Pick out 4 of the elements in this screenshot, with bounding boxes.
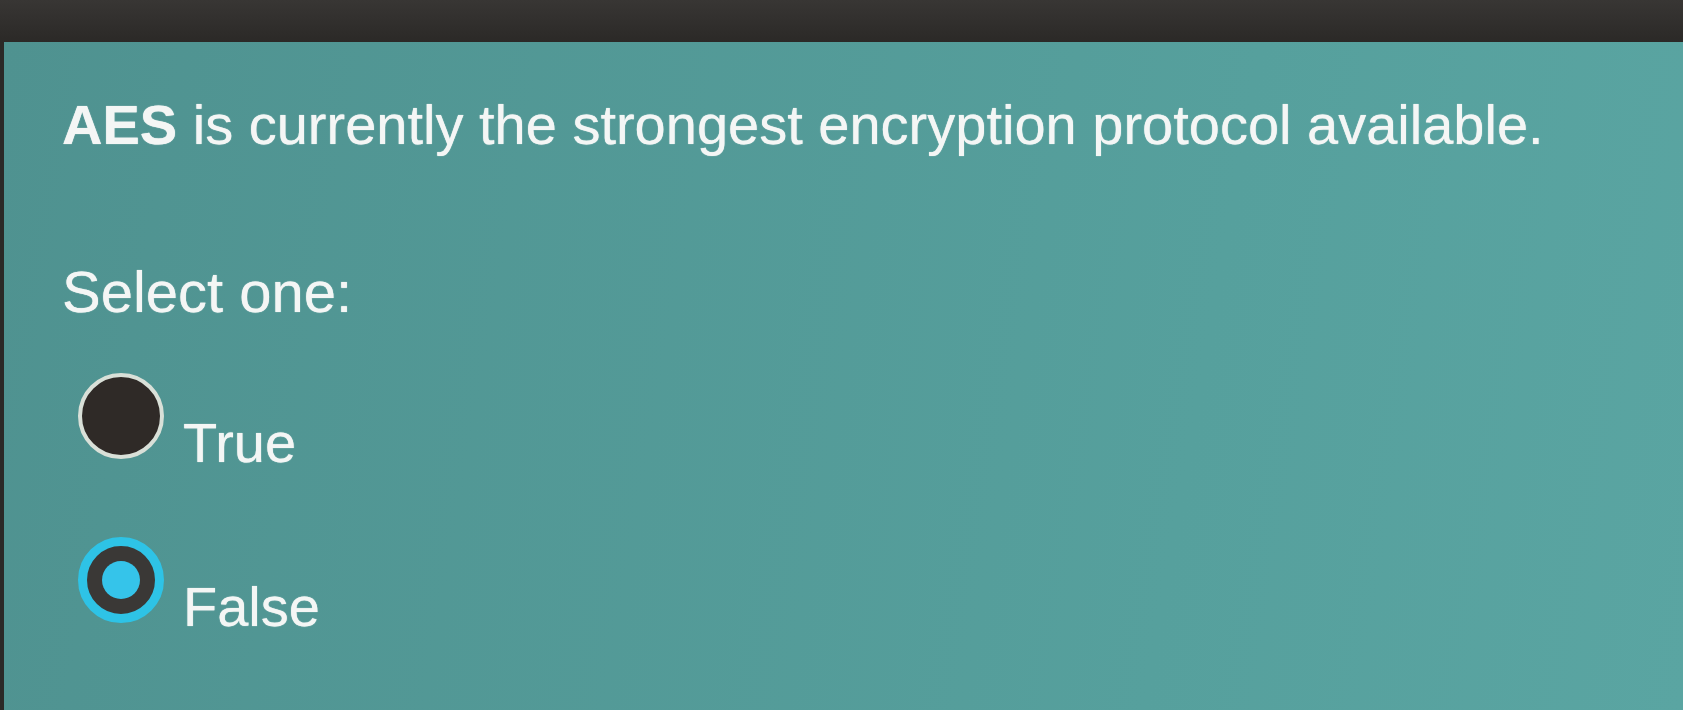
option-label[interactable]: False [183, 577, 320, 637]
option-label[interactable]: True [183, 413, 297, 473]
question-text: AES is currently the strongest encryption protocol available. [62, 92, 1544, 158]
select-prompt: Select one: [62, 258, 353, 326]
